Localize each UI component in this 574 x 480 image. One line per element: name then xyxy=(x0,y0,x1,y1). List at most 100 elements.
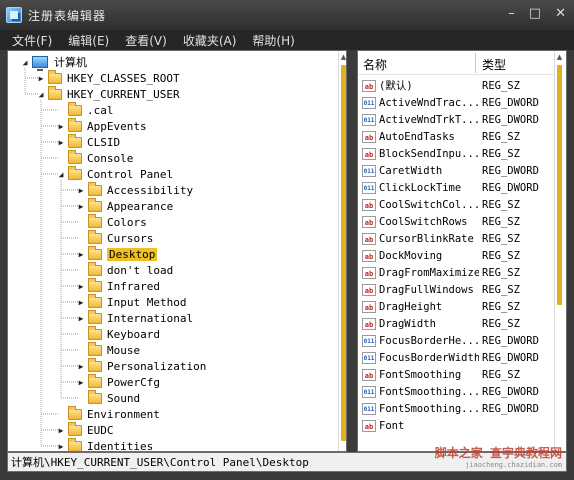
tree-node[interactable]: ◢ Control Panel xyxy=(56,165,173,182)
values-list-pane[interactable]: 名称 类型 ab (默认) REG_SZ 011 ActiveWndTrac... REG… xyxy=(357,50,567,452)
tree-node[interactable]: ▶ Appearance xyxy=(76,197,173,214)
tree-node[interactable]: ▶ International xyxy=(76,309,193,326)
value-name[interactable]: ClickLockTime xyxy=(379,182,479,194)
expand-arrow-icon[interactable]: ▶ xyxy=(76,374,86,390)
tree-node-label[interactable]: HKEY_CURRENT_USER xyxy=(67,88,180,101)
value-row[interactable]: 011 ActiveWndTrkT... REG_DWORD xyxy=(358,111,554,128)
menu-view[interactable]: 查看(V) xyxy=(125,32,167,49)
value-row[interactable]: 011 FocusBorderWidth REG_DWORD xyxy=(358,349,554,366)
value-row[interactable]: ab BlockSendInpu... REG_SZ xyxy=(358,145,554,162)
tree-node-label[interactable]: Control Panel xyxy=(87,168,173,181)
tree-node-label[interactable]: CLSID xyxy=(87,136,120,149)
value-name[interactable]: Font xyxy=(379,420,479,432)
tree-node-label[interactable]: .cal xyxy=(87,104,114,117)
value-row[interactable]: ab (默认) REG_SZ xyxy=(358,77,554,94)
expand-arrow-icon[interactable]: ▶ xyxy=(76,278,86,294)
tree-node-label[interactable]: don't load xyxy=(107,264,173,277)
value-name[interactable]: FocusBorderHe... xyxy=(379,335,479,347)
tree-node[interactable]: Sound xyxy=(76,389,140,406)
value-name[interactable]: DragHeight xyxy=(379,301,479,313)
tree-node[interactable]: .cal xyxy=(56,101,114,118)
pane-splitter[interactable] xyxy=(347,50,357,452)
tree-node-label[interactable]: Keyboard xyxy=(107,328,160,341)
minimize-button[interactable]: – xyxy=(508,6,515,21)
menu-favorites[interactable]: 收藏夹(A) xyxy=(183,32,237,49)
expand-arrow-icon[interactable]: ▶ xyxy=(76,246,86,262)
value-name[interactable]: DockMoving xyxy=(379,250,479,262)
value-name[interactable]: ActiveWndTrac... xyxy=(379,97,479,109)
tree-node[interactable]: ▶ HKEY_CLASSES_ROOT xyxy=(36,69,180,86)
tree-node-label[interactable]: International xyxy=(107,312,193,325)
expand-arrow-icon[interactable]: ▶ xyxy=(76,358,86,374)
tree-node-label[interactable]: Cursors xyxy=(107,232,153,245)
tree-node[interactable]: ▶ Input Method xyxy=(76,293,186,310)
tree-node-label[interactable]: Environment xyxy=(87,408,160,421)
tree-node[interactable]: ▶ Desktop xyxy=(76,245,158,262)
expand-arrow-icon[interactable]: ▶ xyxy=(56,422,66,438)
tree-node-label[interactable]: Colors xyxy=(107,216,147,229)
expand-arrow-icon[interactable]: ▶ xyxy=(76,294,86,310)
expand-arrow-icon[interactable]: ▶ xyxy=(36,70,46,86)
tree-node[interactable]: ▶ AppEvents xyxy=(56,117,147,134)
value-row[interactable]: 011 CaretWidth REG_DWORD xyxy=(358,162,554,179)
value-row[interactable]: ab DragFromMaximize REG_SZ xyxy=(358,264,554,281)
collapse-arrow-icon[interactable]: ◢ xyxy=(20,54,30,70)
expand-arrow-icon[interactable]: ▶ xyxy=(76,182,86,198)
value-name[interactable]: DragFullWindows xyxy=(379,284,479,296)
value-name[interactable]: DragWidth xyxy=(379,318,479,330)
tree-node-label-selected[interactable]: Desktop xyxy=(107,247,158,261)
maximize-button[interactable]: □ xyxy=(529,6,541,21)
value-name[interactable]: FocusBorderWidth xyxy=(379,352,479,364)
list-scroll-thumb[interactable] xyxy=(557,65,562,305)
tree-node[interactable]: Environment xyxy=(56,405,160,422)
tree-node-label[interactable]: Mouse xyxy=(107,344,140,357)
tree-node[interactable]: ▶ Infrared xyxy=(76,277,160,294)
close-button[interactable]: ✕ xyxy=(555,6,566,21)
tree-node[interactable]: Cursors xyxy=(76,229,153,246)
value-name[interactable]: DragFromMaximize xyxy=(379,267,479,279)
tree-node[interactable]: Console xyxy=(56,149,133,166)
value-row[interactable]: ab DockMoving REG_SZ xyxy=(358,247,554,264)
tree-node-label[interactable]: AppEvents xyxy=(87,120,147,133)
collapse-arrow-icon[interactable]: ◢ xyxy=(36,86,46,102)
tree-node[interactable]: ◢ 计算机 xyxy=(20,54,87,71)
expand-arrow-icon[interactable]: ▶ xyxy=(56,438,66,451)
tree-node[interactable]: Keyboard xyxy=(76,325,160,342)
value-row[interactable]: 011 FocusBorderHe... REG_DWORD xyxy=(358,332,554,349)
menu-edit[interactable]: 编辑(E) xyxy=(68,32,109,49)
tree-node[interactable]: don't load xyxy=(76,261,173,278)
menu-file[interactable]: 文件(F) xyxy=(12,32,52,49)
value-name[interactable]: FontSmoothing xyxy=(379,369,479,381)
value-row[interactable]: ab CoolSwitchCol... REG_SZ xyxy=(358,196,554,213)
value-row[interactable]: 011 FontSmoothing... REG_DWORD xyxy=(358,400,554,417)
expand-arrow-icon[interactable]: ▶ xyxy=(76,198,86,214)
value-name[interactable]: CoolSwitchCol... xyxy=(379,199,479,211)
value-row[interactable]: ab AutoEndTasks REG_SZ xyxy=(358,128,554,145)
scroll-up-arrow-icon[interactable]: ▲ xyxy=(339,53,346,61)
value-row[interactable]: ab DragFullWindows REG_SZ xyxy=(358,281,554,298)
tree-node[interactable]: ◢ HKEY_CURRENT_USER xyxy=(36,85,180,102)
registry-tree-pane[interactable]: ◢ 计算机 ▶ HKEY_CLASSES_ROOT ◢ HKEY_CURRENT_USER… xyxy=(7,50,347,452)
tree-node-label[interactable]: HKEY_CLASSES_ROOT xyxy=(67,72,180,85)
scroll-up-arrow-icon[interactable]: ▲ xyxy=(555,53,564,61)
value-row[interactable]: ab DragWidth REG_SZ xyxy=(358,315,554,332)
value-name[interactable]: ActiveWndTrkT... xyxy=(379,114,479,126)
tree-node-label[interactable]: EUDC xyxy=(87,424,114,437)
value-row[interactable]: ab CursorBlinkRate REG_SZ xyxy=(358,230,554,247)
tree-node-label[interactable]: Console xyxy=(87,152,133,165)
value-row[interactable]: ab Font xyxy=(358,417,554,434)
value-name[interactable]: CoolSwitchRows xyxy=(379,216,479,228)
tree-node-label[interactable]: Accessibility xyxy=(107,184,193,197)
expand-arrow-icon[interactable]: ▶ xyxy=(76,310,86,326)
value-name[interactable]: BlockSendInpu... xyxy=(379,148,479,160)
value-row[interactable]: 011 ClickLockTime REG_DWORD xyxy=(358,179,554,196)
tree-node[interactable]: ▶ Personalization xyxy=(76,357,206,374)
tree-node[interactable]: Mouse xyxy=(76,341,140,358)
tree-node-label[interactable]: Infrared xyxy=(107,280,160,293)
value-row[interactable]: ab FontSmoothing REG_SZ xyxy=(358,366,554,383)
collapse-arrow-icon[interactable]: ◢ xyxy=(56,166,66,182)
tree-node[interactable]: ▶ PowerCfg xyxy=(76,373,160,390)
expand-arrow-icon[interactable]: ▶ xyxy=(56,118,66,134)
tree-node-label[interactable]: Personalization xyxy=(107,360,206,373)
expand-arrow-icon[interactable]: ▶ xyxy=(56,134,66,150)
